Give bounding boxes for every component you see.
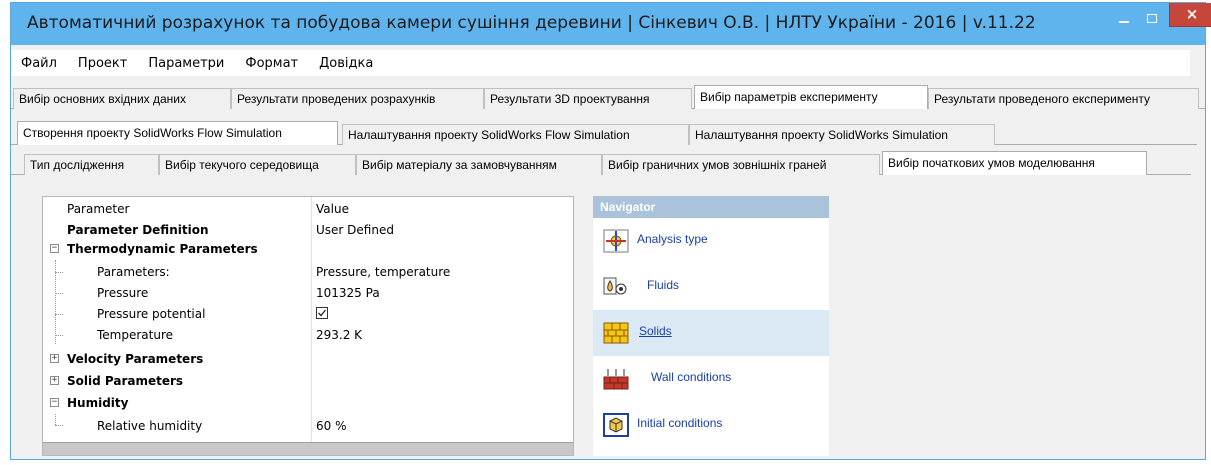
title-bar[interactable]: Автоматичний розрахунок та побудова каме…: [11, 3, 1211, 45]
tab-fluid-selection[interactable]: Вибір текучого середовища: [159, 154, 356, 175]
navigator-panel: Navigator Analysis type Fluids Solids Wa…: [593, 196, 829, 456]
tab-configure-flow-project[interactable]: Налаштування проекту SolidWorks Flow Sim…: [342, 124, 689, 145]
expand-icon[interactable]: +: [50, 354, 59, 363]
row-label: Thermodynamic Parameters: [67, 242, 258, 256]
app-window: Автоматичний розрахунок та побудова каме…: [10, 2, 1211, 460]
collapse-icon[interactable]: −: [50, 244, 59, 253]
nav-item-wall-conditions[interactable]: Wall conditions: [593, 356, 829, 402]
project-tab-strip: Створення проекту SolidWorks Flow Simula…: [11, 121, 1197, 145]
grid-horizontal-scrollbar[interactable]: [43, 442, 573, 455]
pressure-potential-checkbox[interactable]: [316, 307, 328, 319]
grid-row-thermodynamic[interactable]: − Thermodynamic Parameters: [43, 239, 573, 260]
row-label: Parameter Definition: [67, 223, 209, 237]
grid-row-parameters[interactable]: Parameters: Pressure, temperature: [43, 262, 573, 283]
tab-main-experiment-params[interactable]: Вибір параметрів експерименту: [694, 85, 928, 109]
main-tab-strip: Вибір основних вхідних даних Результати …: [11, 85, 1205, 109]
row-value[interactable]: Pressure, temperature: [316, 262, 450, 283]
row-value[interactable]: 101325 Pa: [316, 283, 380, 304]
menu-file[interactable]: Файл: [21, 56, 57, 71]
row-label: Solid Parameters: [67, 374, 184, 388]
row-label: Humidity: [67, 396, 129, 410]
row-label: Pressure potential: [97, 307, 206, 321]
navigator-header: Navigator: [593, 196, 829, 218]
tab-study-type[interactable]: Тип дослідження: [24, 154, 159, 175]
tab-create-flow-project[interactable]: Створення проекту SolidWorks Flow Simula…: [17, 121, 338, 145]
menu-bar: Файл Проект Параметри Формат Довідка: [12, 50, 1190, 76]
nav-label: Wall conditions: [651, 370, 732, 384]
grid-row-humidity[interactable]: − Humidity: [43, 393, 573, 414]
menu-parameters[interactable]: Параметри: [148, 56, 224, 71]
sub-tab-strip: Тип дослідження Вибір текучого середовищ…: [11, 151, 1191, 175]
grid-row-relative-humidity[interactable]: Relative humidity 60 %: [43, 416, 573, 437]
menu-help[interactable]: Довідка: [319, 56, 373, 71]
close-button[interactable]: ×: [1169, 3, 1211, 27]
nav-label: Fluids: [647, 278, 680, 292]
tab-main-calculation-results[interactable]: Результати проведених розрахунків: [231, 88, 484, 109]
nav-item-solids[interactable]: Solids: [593, 310, 829, 356]
analysis-type-icon: [603, 229, 629, 253]
collapse-icon[interactable]: −: [50, 398, 59, 407]
row-label: Relative humidity: [97, 419, 203, 433]
property-grid[interactable]: Parameter Value Parameter Definition Use…: [42, 196, 574, 456]
row-value[interactable]: User Defined: [316, 220, 394, 241]
row-value[interactable]: 293.2 K: [316, 325, 362, 346]
menu-format[interactable]: Формат: [245, 56, 298, 71]
nav-item-initial-conditions[interactable]: Initial conditions: [593, 402, 829, 448]
menu-project[interactable]: Проект: [78, 56, 127, 71]
initial-conditions-icon: [603, 413, 629, 437]
tab-initial-conditions[interactable]: Вибір початкових умов моделювання: [882, 151, 1147, 175]
grid-row-parameter-definition[interactable]: Parameter Definition User Defined: [43, 220, 573, 241]
tab-main-3d-results[interactable]: Результати 3D проектування: [484, 88, 692, 109]
tab-default-material[interactable]: Вибір матеріалу за замовчуванням: [356, 154, 602, 175]
expand-icon[interactable]: +: [50, 376, 59, 385]
row-label: Pressure: [97, 286, 149, 300]
close-icon: ×: [1185, 5, 1199, 23]
tab-boundary-conditions[interactable]: Вибір граничних умов зовнішніх граней: [602, 154, 880, 175]
maximize-button[interactable]: [1139, 6, 1165, 31]
minimize-icon: [1119, 20, 1129, 23]
grid-header-row: Parameter Value: [43, 199, 573, 220]
grid-row-pressure[interactable]: Pressure 101325 Pa: [43, 283, 573, 304]
checkmark-icon: [318, 309, 327, 317]
maximize-icon: [1147, 14, 1157, 23]
row-label: Parameters:: [97, 265, 170, 279]
nav-label: Initial conditions: [637, 416, 723, 430]
grid-row-pressure-potential[interactable]: Pressure potential: [43, 304, 573, 325]
window-title: Автоматичний розрахунок та побудова каме…: [27, 13, 1036, 33]
nav-item-fluids[interactable]: Fluids: [593, 264, 829, 310]
grid-row-solid[interactable]: + Solid Parameters: [43, 371, 573, 392]
tab-configure-simulation-project[interactable]: Налаштування проекту SolidWorks Simulati…: [689, 124, 995, 145]
fluids-icon: [603, 277, 627, 295]
row-value[interactable]: 60 %: [316, 416, 347, 437]
nav-label: Solids: [639, 324, 672, 338]
nav-label: Analysis type: [637, 232, 708, 246]
solids-icon: [603, 322, 629, 344]
row-label: Velocity Parameters: [67, 352, 204, 366]
column-value-header: Value: [316, 202, 349, 216]
nav-item-analysis-type[interactable]: Analysis type: [593, 218, 829, 264]
tab-main-input-data[interactable]: Вибір основних вхідних даних: [13, 88, 231, 109]
grid-row-velocity[interactable]: + Velocity Parameters: [43, 349, 573, 370]
grid-row-temperature[interactable]: Temperature 293.2 K: [43, 325, 573, 346]
row-label: Temperature: [97, 328, 174, 342]
minimize-button[interactable]: [1111, 6, 1137, 31]
wall-conditions-icon: [603, 369, 629, 390]
column-parameter-header: Parameter: [67, 202, 130, 216]
tab-main-experiment-results[interactable]: Результати проведеного експерименту: [928, 88, 1199, 109]
